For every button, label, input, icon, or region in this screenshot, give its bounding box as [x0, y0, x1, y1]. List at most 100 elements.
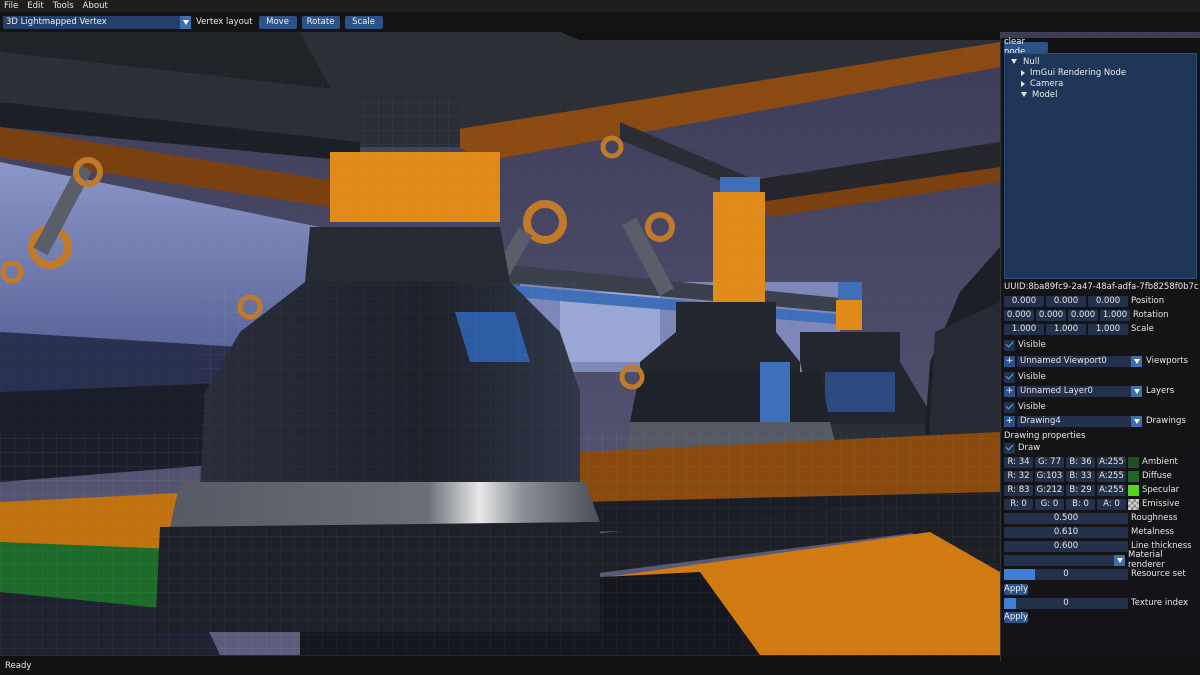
chevron-down-icon[interactable] [1131, 355, 1142, 367]
scene-tree[interactable]: Null ImGui Rendering Node Camera Model [1004, 53, 1197, 279]
chevron-down-icon[interactable] [1131, 415, 1142, 427]
scale-button[interactable]: Scale [344, 15, 383, 29]
chevron-down-icon[interactable] [1131, 385, 1142, 397]
menu-about[interactable]: About [83, 0, 108, 12]
tree-node-null[interactable]: Null [1011, 56, 1039, 67]
diffuse-color-swatch[interactable] [1128, 470, 1139, 482]
ambient-label: Ambient [1142, 457, 1178, 467]
drawing-visible-checkbox[interactable] [1004, 401, 1015, 413]
caret-right-icon[interactable] [1021, 69, 1025, 76]
menu-tools[interactable]: Tools [53, 0, 74, 12]
viewport-select[interactable]: Unnamed Viewport0 [1017, 355, 1142, 367]
specular-a-field[interactable]: A:255 [1097, 484, 1126, 496]
layer-select-value: Unnamed Layer0 [1020, 386, 1093, 396]
material-renderer-select[interactable] [1004, 554, 1125, 566]
rotation-w-field[interactable]: 1.000 [1100, 309, 1130, 321]
diffuse-r-field[interactable]: R: 32 [1004, 470, 1033, 482]
rotation-y-field[interactable]: 0.000 [1036, 309, 1066, 321]
chevron-down-icon[interactable] [1114, 554, 1125, 566]
rotation-label: Rotation [1133, 310, 1169, 320]
specular-color-swatch[interactable] [1128, 484, 1139, 496]
scale-label: Scale [1131, 324, 1154, 334]
emissive-r-field[interactable]: R: 0 [1004, 498, 1033, 510]
visible-label: Visible [1018, 372, 1046, 382]
diffuse-label: Diffuse [1142, 471, 1172, 481]
ambient-r-field[interactable]: R: 34 [1004, 456, 1033, 468]
roughness-label: Roughness [1131, 513, 1178, 523]
toolbar: 3D Lightmapped Vertex Vertex layout Move… [0, 12, 1200, 32]
position-label: Position [1131, 296, 1165, 306]
add-viewport-button[interactable]: + [1004, 355, 1015, 367]
texture-index-slider[interactable]: 0 [1004, 597, 1128, 609]
specular-g-field[interactable]: G:212 [1035, 484, 1064, 496]
tree-node-label: Null [1023, 56, 1040, 67]
emissive-g-field[interactable]: G: 0 [1035, 498, 1064, 510]
menu-file[interactable]: File [4, 0, 18, 12]
scale-y-field[interactable]: 1.000 [1046, 323, 1086, 335]
diffuse-a-field[interactable]: A:255 [1097, 470, 1126, 482]
diffuse-g-field[interactable]: G:103 [1035, 470, 1064, 482]
resource-set-label: Resource set [1131, 569, 1186, 579]
specular-r-field[interactable]: R: 83 [1004, 484, 1033, 496]
ambient-g-field[interactable]: G: 77 [1035, 456, 1064, 468]
visible-label: Visible [1018, 340, 1046, 350]
tree-node-imgui-rendering[interactable]: ImGui Rendering Node [1021, 67, 1126, 78]
scale-z-field[interactable]: 1.000 [1088, 323, 1128, 335]
position-y-field[interactable]: 0.000 [1046, 295, 1086, 307]
menu-bar: File Edit Tools About [0, 0, 1200, 12]
roughness-field[interactable]: 0.500 [1004, 512, 1128, 524]
ambient-b-field[interactable]: B: 36 [1066, 456, 1095, 468]
texture-index-label: Texture index [1131, 598, 1189, 608]
drawing-select-value: Drawing4 [1020, 416, 1061, 426]
emissive-color-swatch[interactable] [1128, 498, 1139, 510]
rotate-button[interactable]: Rotate [301, 15, 340, 29]
metalness-field[interactable]: 0.610 [1004, 526, 1128, 538]
tree-node-label: ImGui Rendering Node [1030, 67, 1127, 78]
vertex-layout-select[interactable]: 3D Lightmapped Vertex [3, 15, 191, 29]
drawing-select[interactable]: Drawing4 [1017, 415, 1142, 427]
tree-node-model[interactable]: Model [1021, 89, 1058, 100]
viewport-select-value: Unnamed Viewport0 [1020, 356, 1107, 366]
drawing-properties-heading: Drawing properties [1004, 431, 1086, 441]
tree-node-camera[interactable]: Camera [1021, 78, 1063, 89]
ambient-color-swatch[interactable] [1128, 456, 1139, 468]
resource-set-slider-fill [1004, 568, 1035, 580]
layers-label: Layers [1146, 386, 1175, 396]
vertex-layout-value: 3D Lightmapped Vertex [6, 17, 107, 27]
add-drawing-button[interactable]: + [1004, 415, 1015, 427]
move-button[interactable]: Move [258, 15, 297, 29]
position-z-field[interactable]: 0.000 [1088, 295, 1128, 307]
ambient-a-field[interactable]: A:255 [1097, 456, 1126, 468]
emissive-b-field[interactable]: B: 0 [1066, 498, 1095, 510]
specular-b-field[interactable]: B: 29 [1066, 484, 1095, 496]
caret-down-icon[interactable] [1021, 92, 1027, 97]
texture-index-value: 0 [1063, 598, 1069, 608]
resource-set-value: 0 [1063, 569, 1069, 579]
tree-node-label: Model [1032, 89, 1058, 100]
caret-down-icon[interactable] [1011, 59, 1017, 64]
apply-texture-index-button[interactable]: Apply [1004, 611, 1028, 623]
rotation-z-field[interactable]: 0.000 [1068, 309, 1098, 321]
diffuse-b-field[interactable]: B: 33 [1066, 470, 1095, 482]
viewport-visible-checkbox[interactable] [1004, 339, 1015, 351]
viewports-label: Viewports [1146, 356, 1189, 366]
rotation-x-field[interactable]: 0.000 [1004, 309, 1034, 321]
line-thickness-field[interactable]: 0.600 [1004, 540, 1128, 552]
status-text: Ready [5, 660, 32, 671]
menu-edit[interactable]: Edit [27, 0, 43, 12]
draw-label: Draw [1018, 443, 1041, 453]
caret-right-icon[interactable] [1021, 80, 1025, 87]
resource-set-slider[interactable]: 0 [1004, 568, 1128, 580]
apply-resource-set-button[interactable]: Apply [1004, 583, 1028, 595]
position-x-field[interactable]: 0.000 [1004, 295, 1044, 307]
layer-visible-checkbox[interactable] [1004, 371, 1015, 383]
metalness-label: Metalness [1131, 527, 1174, 537]
layer-select[interactable]: Unnamed Layer0 [1017, 385, 1142, 397]
scale-x-field[interactable]: 1.000 [1004, 323, 1044, 335]
emissive-a-field[interactable]: A: 0 [1097, 498, 1126, 510]
vertex-layout-label: Vertex layout [196, 17, 253, 27]
draw-checkbox[interactable] [1004, 442, 1015, 454]
clear-node-button[interactable]: clear node [1004, 37, 1048, 57]
chevron-down-icon[interactable] [180, 15, 191, 29]
add-layer-button[interactable]: + [1004, 385, 1015, 397]
